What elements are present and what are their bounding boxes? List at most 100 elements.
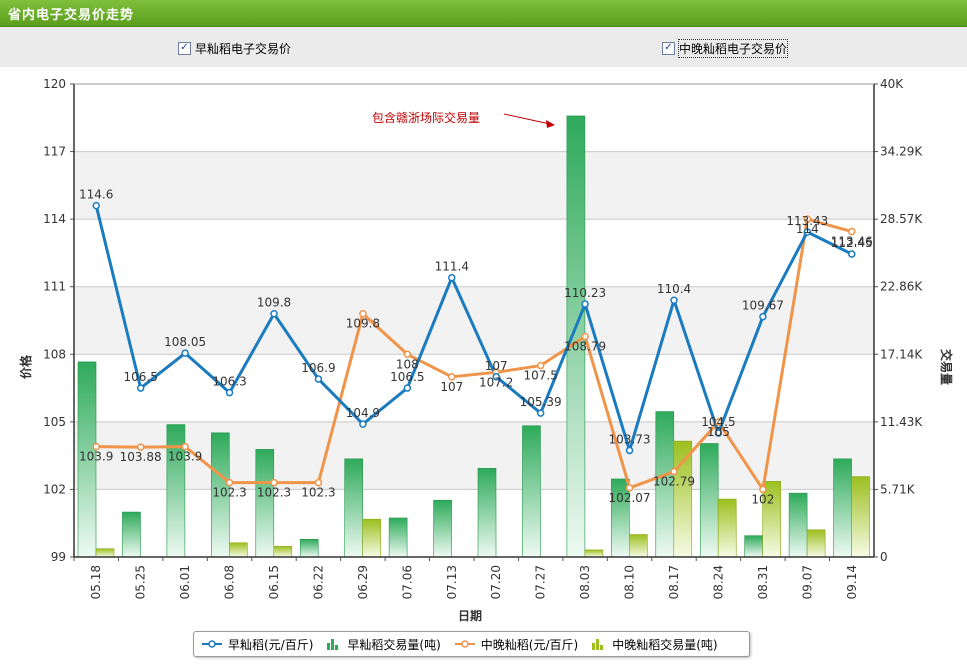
late-rice-checkbox[interactable]: ✓ 中晚籼稻电子交易价	[662, 39, 789, 58]
early-price-point	[625, 446, 634, 455]
early-price-point	[670, 296, 678, 304]
early-price-point	[759, 312, 767, 321]
early-price-data-label: 107	[485, 359, 508, 373]
y-axis-title: 价格	[18, 354, 33, 379]
x-tick-label: 09.14	[845, 565, 859, 599]
y-tick-label: 120	[43, 77, 66, 91]
early-price-data-label: 110.4	[657, 282, 691, 296]
late-volume-bar	[229, 542, 248, 558]
early-price-data-label: 104.5	[701, 415, 735, 429]
legend-label: 早籼稻交易量(吨)	[347, 637, 441, 652]
y2-tick-label: 28.57K	[880, 212, 923, 226]
early-price-point	[136, 384, 145, 392]
early-volume-bar	[699, 443, 719, 558]
early-price-point	[270, 309, 278, 318]
legend-item-late-price[interactable]: 中晚籼稻(元/百斤)	[454, 636, 579, 653]
early-price-point	[225, 388, 234, 397]
early-volume-bar	[299, 538, 319, 558]
late-price-data-label: 109.8	[346, 317, 380, 331]
x-tick-label: 07.27	[534, 565, 548, 599]
x-tick-label: 05.18	[89, 565, 103, 599]
late-price-data-label: 102.3	[212, 486, 246, 500]
line-marker-icon	[454, 640, 475, 648]
early-price-data-label: 106.3	[212, 375, 246, 389]
checkmark-icon: ✓	[178, 42, 191, 55]
x-tick-label: 05.25	[134, 565, 148, 599]
checkmark-icon: ✓	[662, 42, 675, 55]
early-volume-bar	[477, 468, 497, 558]
early-price-data-label: 112.45	[831, 236, 873, 250]
volume-annotation: 包含赣浙场际交易量	[372, 110, 480, 125]
y2-tick-label: 34.29K	[880, 145, 923, 159]
early-volume-bar	[433, 499, 452, 558]
early-price-data-label: 114.6	[79, 188, 113, 202]
early-volume-bar	[833, 458, 852, 558]
early-price-data-label: 113.43	[786, 214, 828, 228]
y2-tick-label: 11.43K	[880, 415, 923, 429]
x-tick-label: 09.07	[800, 565, 814, 599]
series-toggle-bar: ✓ 早籼稻电子交易价 ✓ 中晚籼稻电子交易价	[0, 27, 967, 67]
early-price-data-label: 104.9	[346, 406, 380, 420]
y2-tick-label: 22.86K	[880, 280, 923, 294]
line-marker-icon	[202, 640, 222, 648]
late-price-data-label: 102	[751, 492, 774, 506]
early-volume-bar	[122, 511, 141, 558]
grid-band	[74, 151, 874, 220]
x-axis-title: 日期	[458, 608, 482, 623]
early-price-data-label: 106.5	[123, 370, 157, 384]
late-price-data-label: 103.9	[79, 450, 113, 464]
y-tick-label: 108	[43, 347, 66, 361]
early-price-data-label: 103.73	[609, 432, 651, 446]
chart-legend: 早籼稻(元/百斤) 早籼稻交易量(吨) 中晚籼稻(元/百斤) 中晚籼稻交易量(吨…	[193, 631, 750, 657]
early-price-data-label: 105.39	[520, 395, 562, 409]
panel-title: 省内电子交易价走势	[8, 8, 135, 23]
early-price-point	[92, 201, 100, 210]
x-tick-label: 07.13	[445, 565, 459, 599]
late-rice-checkbox-label: 中晚籼稻电子交易价	[677, 39, 789, 58]
y-tick-label: 99	[51, 550, 66, 564]
price-volume-chart: 103.9 103.88 103.9 102.3 102.3 102.3 109.8 108 1…	[0, 67, 967, 663]
late-price-data-label: 102.3	[257, 486, 291, 500]
grid-band	[74, 219, 874, 287]
y-tick-label: 102	[43, 482, 66, 496]
late-volume-bar	[584, 549, 604, 558]
late-volume-bar	[273, 546, 293, 558]
late-price-data-label: 107.5	[523, 369, 557, 383]
early-volume-bar	[255, 449, 275, 558]
y2-tick-label: 0	[880, 550, 888, 564]
early-price-point	[536, 409, 545, 417]
x-tick-label: 08.03	[578, 565, 592, 599]
late-volume-bar	[673, 440, 693, 558]
y-tick-label: 117	[43, 145, 66, 159]
legend-item-early-volume[interactable]: 早籼稻交易量(吨)	[327, 636, 441, 653]
late-price-data-label: 102.07	[609, 491, 651, 505]
late-volume-bar	[629, 534, 648, 558]
late-price-data-label: 103.88	[120, 450, 162, 464]
early-price-data-label: 110.23	[564, 286, 606, 300]
legend-item-late-volume[interactable]: 中晚籼稻交易量(吨)	[592, 636, 718, 653]
x-tick-label: 06.08	[223, 565, 237, 599]
bar-chart-icon	[327, 639, 339, 650]
early-rice-checkbox[interactable]: ✓ 早籼稻电子交易价	[178, 40, 291, 57]
legend-label: 中晚籼稻(元/百斤)	[480, 637, 579, 652]
early-price-data-label: 111.4	[435, 260, 469, 274]
legend-item-early-price[interactable]: 早籼稻(元/百斤)	[202, 636, 313, 653]
late-volume-bar	[95, 548, 115, 558]
legend-label: 中晚籼稻交易量(吨)	[612, 637, 718, 652]
x-tick-label: 06.01	[178, 565, 192, 599]
early-price-data-label: 108.05	[164, 335, 206, 349]
early-price-point	[403, 384, 412, 392]
early-volume-bar	[388, 517, 408, 558]
y-tick-label: 114	[43, 212, 66, 226]
early-volume-bar	[788, 492, 808, 558]
early-rice-checkbox-label: 早籼稻电子交易价	[195, 42, 292, 56]
late-volume-bar	[362, 518, 381, 558]
early-price-data-label: 109.8	[257, 296, 291, 310]
early-price-point	[359, 420, 367, 428]
x-tick-label: 06.29	[356, 565, 370, 599]
panel-header: 省内电子交易价走势	[0, 0, 967, 27]
early-price-data-label: 106.9	[301, 361, 335, 375]
y-tick-label: 105	[43, 415, 66, 429]
bar-chart-icon	[592, 639, 604, 650]
late-price-data-label: 107.2	[479, 375, 513, 389]
